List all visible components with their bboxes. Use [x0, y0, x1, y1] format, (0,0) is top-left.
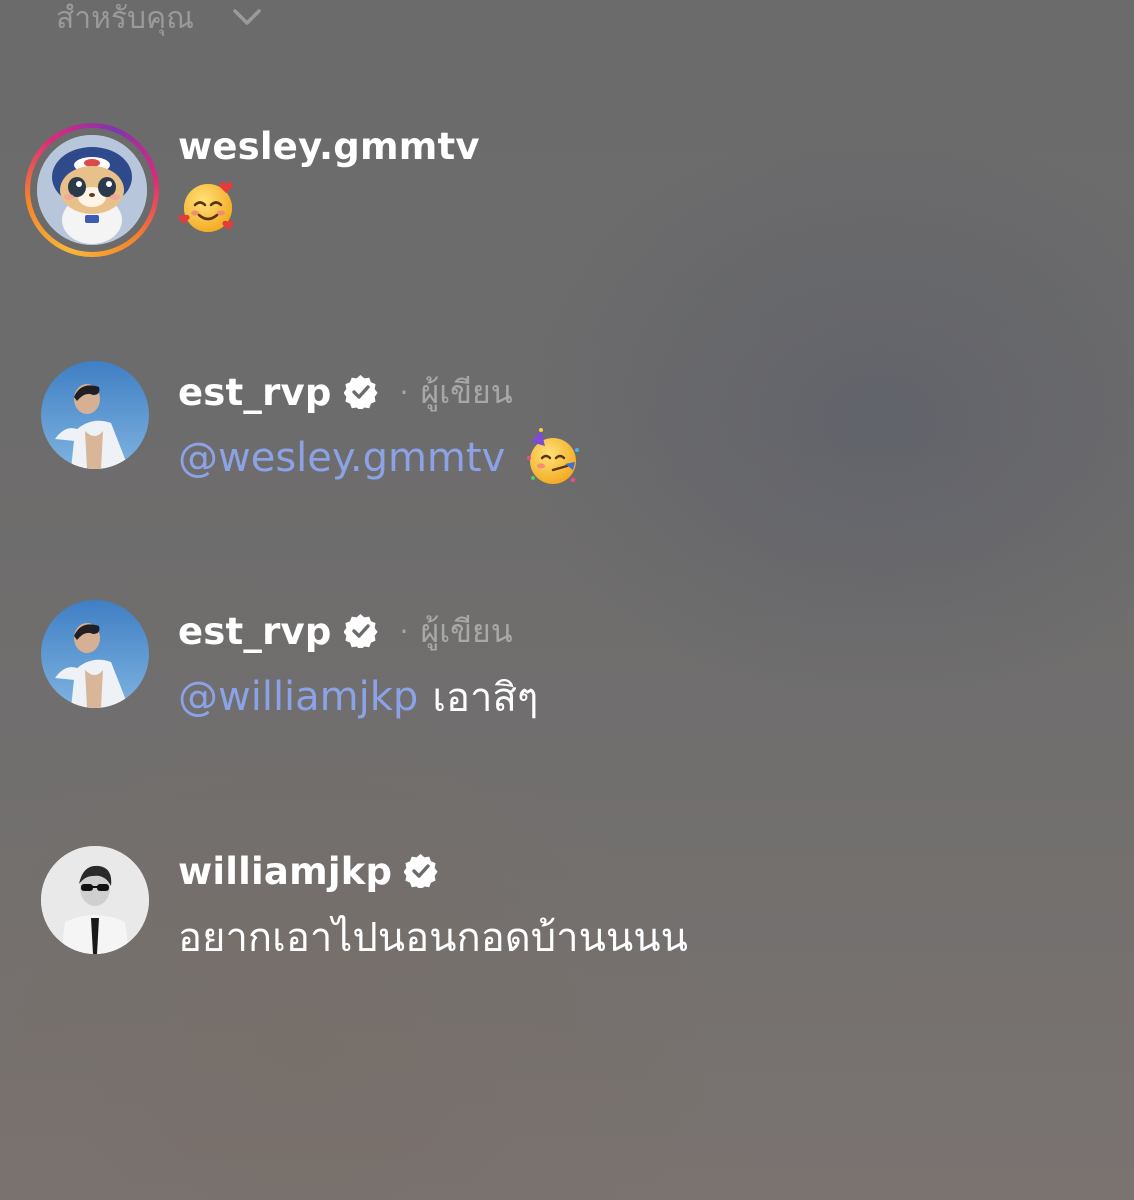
- profile-photo: [41, 361, 149, 469]
- header: สำหรับคุณ: [56, 0, 262, 44]
- avatar-est-rvp[interactable]: [40, 360, 150, 470]
- username[interactable]: wesley.gmmtv: [178, 125, 480, 168]
- smiling-face-with-hearts-emoji: [178, 182, 234, 232]
- sort-title[interactable]: สำหรับคุณ: [56, 4, 194, 34]
- verified-badge-icon: [343, 375, 378, 409]
- story-ring: [25, 123, 159, 257]
- comment-text: เอาสิๆ: [432, 675, 539, 721]
- comment-text: อยากเอาไปนอนกอดบ้านนนน: [178, 915, 688, 961]
- separator-dot: ·: [399, 614, 409, 648]
- author-tag: ผู้เขียน: [420, 611, 513, 650]
- avatar-williamjkp[interactable]: [40, 845, 150, 955]
- avatar-wesley-gmmtv[interactable]: [24, 122, 160, 258]
- username[interactable]: est_rvp: [178, 371, 332, 414]
- partying-face-emoji: [527, 428, 580, 484]
- avatar-est-rvp[interactable]: [40, 599, 150, 709]
- author-tag: ผู้เขียน: [420, 372, 513, 411]
- comment-item: est_rvp · ผู้เขียน @wesley.gmmtv: [0, 360, 1134, 510]
- verified-badge-icon: [404, 854, 438, 888]
- profile-photo: [41, 846, 149, 954]
- profile-photo: [41, 600, 149, 708]
- verified-badge-icon: [343, 614, 378, 648]
- username[interactable]: est_rvp: [178, 610, 332, 653]
- separator-dot: ·: [399, 375, 409, 409]
- comment-item: williamjkp อยากเอาไปนอนกอดบ้านนนน: [0, 845, 1134, 995]
- comment-item: wesley.gmmtv: [0, 122, 1134, 272]
- chevron-down-icon[interactable]: [232, 7, 262, 27]
- comment-item: est_rvp · ผู้เขียน @williamjkp เอาสิๆ: [0, 599, 1134, 749]
- hamster-mascot-avatar: [37, 135, 147, 245]
- mention-link[interactable]: @wesley.gmmtv: [178, 435, 505, 481]
- username[interactable]: williamjkp: [178, 850, 392, 893]
- mention-link[interactable]: @williamjkp: [178, 674, 418, 720]
